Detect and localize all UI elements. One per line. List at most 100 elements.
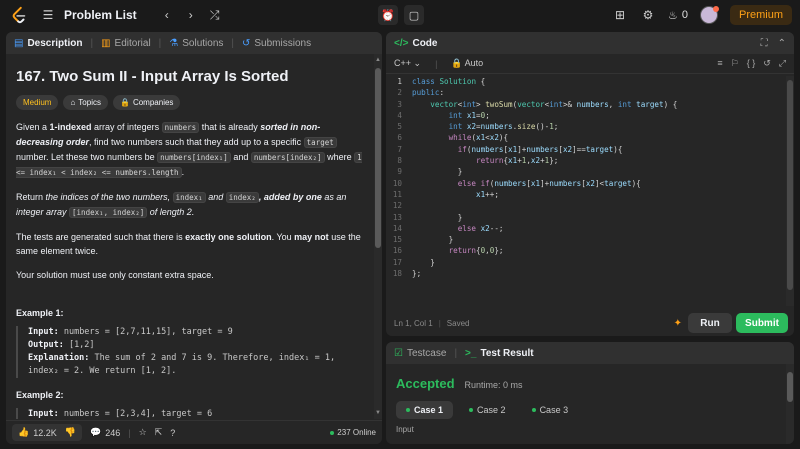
streak-counter[interactable]: ♨ 0 bbox=[668, 9, 688, 22]
like-button[interactable]: 👍 12.2K 👎 bbox=[12, 424, 82, 441]
problem-list-link[interactable]: Problem List bbox=[64, 8, 137, 22]
reset-icon[interactable]: ↺ bbox=[763, 58, 771, 69]
scrollbar-thumb[interactable] bbox=[787, 372, 793, 402]
runtime-label: Runtime: 0 ms bbox=[464, 380, 523, 390]
problem-list-icon[interactable]: ☰ bbox=[40, 7, 56, 23]
share-icon[interactable]: ⇱ bbox=[155, 427, 163, 438]
maximize-icon[interactable]: ⛶ bbox=[761, 38, 768, 49]
companies-tag[interactable]: 🔒 Companies bbox=[112, 95, 181, 110]
cursor-position: Ln 1, Col 1 bbox=[394, 318, 433, 328]
result-body: Accepted Runtime: 0 ms Case 1 Case 2 Cas… bbox=[386, 376, 794, 434]
help-icon[interactable]: ? bbox=[170, 428, 175, 438]
tab-divider: | bbox=[454, 347, 458, 359]
star-icon[interactable]: ☆ bbox=[139, 427, 147, 438]
footer-divider: | bbox=[128, 427, 131, 438]
lock-icon: 🔒 bbox=[451, 58, 463, 68]
status-divider: | bbox=[438, 318, 441, 328]
editor-scrollbar[interactable] bbox=[786, 76, 794, 306]
problem-description: 167. Two Sum II - Input Array Is Sorted … bbox=[6, 54, 374, 419]
leetcode-logo-icon[interactable] bbox=[10, 6, 28, 24]
expand-icon[interactable]: ⤢ bbox=[779, 58, 786, 69]
thumbs-up-icon: 👍 bbox=[18, 427, 30, 437]
result-panel: ☑ Testcase | >_ Test Result Accepted Run… bbox=[386, 342, 794, 444]
tab-solutions[interactable]: ⚗ Solutions bbox=[169, 38, 223, 49]
debug-icon[interactable]: ✦ bbox=[674, 318, 682, 329]
scroll-down-icon[interactable]: ▼ bbox=[374, 409, 382, 417]
description-paragraph-2: Return the indices of the two numbers, i… bbox=[16, 192, 347, 218]
tab-description[interactable]: ▤ Description bbox=[14, 38, 82, 49]
tab-submissions[interactable]: ↺ Submissions bbox=[242, 38, 311, 49]
scrollbar-thumb[interactable] bbox=[787, 80, 793, 290]
submit-button[interactable]: Submit bbox=[736, 313, 788, 333]
online-count: 237 Online bbox=[330, 428, 376, 437]
editor-status: Ln 1, Col 1 | Saved bbox=[386, 310, 794, 336]
tab-code[interactable]: </> Code bbox=[394, 38, 437, 49]
chevron-left-icon[interactable]: ‹ bbox=[159, 7, 175, 23]
flask-icon: ⚗ bbox=[169, 37, 179, 49]
description-paragraph-3: The tests are generated such that there … bbox=[16, 232, 361, 256]
toolbar-divider: | bbox=[435, 58, 438, 69]
format-icon[interactable]: ≡ bbox=[717, 58, 722, 69]
notes-icon[interactable]: ▢ bbox=[404, 5, 424, 25]
description-scrollbar[interactable]: ▲ ▼ bbox=[374, 54, 382, 419]
scroll-up-icon[interactable]: ▲ bbox=[374, 56, 382, 64]
description-paragraph-4: Your solution must use only constant ext… bbox=[16, 270, 214, 280]
code-icon: </> bbox=[394, 37, 409, 49]
code-header: </> Code ⛶ ⌃ bbox=[386, 32, 794, 54]
pass-dot bbox=[469, 408, 474, 412]
comments-button[interactable]: 💬 246 bbox=[90, 427, 120, 438]
result-tabs: ☑ Testcase | >_ Test Result bbox=[386, 342, 794, 364]
description-panel: ▤ Description | ▥ Editorial | ⚗ Solution… bbox=[6, 32, 382, 444]
case-tabs: Case 1 Case 2 Case 3 bbox=[396, 401, 784, 419]
tab-editorial[interactable]: ▥ Editorial bbox=[101, 38, 151, 49]
problem-tags: Medium ⌂ Topics 🔒 Companies bbox=[16, 95, 364, 110]
case-2-tab[interactable]: Case 2 bbox=[459, 401, 516, 419]
tab-testcase[interactable]: ☑ Testcase bbox=[394, 348, 446, 359]
difficulty-badge[interactable]: Medium bbox=[16, 95, 59, 110]
bookmark-icon[interactable]: ⚐ bbox=[731, 58, 739, 69]
example-1-box: Input: numbers = [2,7,11,15], target = 9… bbox=[16, 326, 364, 378]
case-3-tab[interactable]: Case 3 bbox=[522, 401, 579, 419]
code-editor[interactable]: 1 class Solution { 2 public: 3 vector<int>… bbox=[386, 76, 786, 306]
chevron-up-icon[interactable]: ⌃ bbox=[778, 38, 786, 49]
code-toolbar: C++ ⌄ | 🔒 Auto ≡ ⚐ { } ↺ ⤢ bbox=[386, 54, 794, 74]
example-2-title: Example 2: bbox=[16, 390, 64, 400]
run-button[interactable]: Run bbox=[688, 313, 732, 333]
language-select[interactable]: C++ ⌄ bbox=[394, 58, 421, 69]
checkbox-icon: ☑ bbox=[394, 347, 403, 359]
book-icon: ▥ bbox=[101, 37, 111, 49]
input-label: Input bbox=[396, 425, 414, 434]
pass-dot bbox=[531, 408, 536, 412]
gear-icon[interactable]: ⚙ bbox=[640, 7, 656, 23]
comment-icon: 💬 bbox=[89, 427, 102, 437]
chevron-right-icon[interactable]: › bbox=[183, 7, 199, 23]
description-footer: 👍 12.2K 👎 💬 246 | ☆ ⇱ ? 237 Online bbox=[6, 420, 382, 444]
layout-grid-icon[interactable]: ⊞ bbox=[612, 7, 628, 23]
top-bar: ☰ Problem List ‹ › ⤮ ⏰ ▢ ⊞ ⚙ ♨ 0 Premium bbox=[0, 0, 800, 30]
braces-icon[interactable]: { } bbox=[747, 58, 756, 69]
pass-dot bbox=[406, 408, 410, 412]
example-2-box: Input: numbers = [2,3,4], target = 6 bbox=[16, 408, 364, 419]
tab-divider: | bbox=[90, 37, 94, 49]
result-scrollbar[interactable] bbox=[786, 364, 794, 444]
timer-icon[interactable]: ⏰ bbox=[378, 5, 398, 25]
code-panel: </> Code ⛶ ⌃ C++ ⌄ | 🔒 Auto ≡ ⚐ { } ↺ ⤢ … bbox=[386, 32, 794, 336]
page-title: 167. Two Sum II - Input Array Is Sorted bbox=[16, 68, 289, 85]
case-1-tab[interactable]: Case 1 bbox=[396, 401, 454, 419]
description-tabs: ▤ Description | ▥ Editorial | ⚗ Solution… bbox=[6, 32, 382, 54]
auto-complete-toggle[interactable]: 🔒 Auto bbox=[451, 58, 483, 69]
lock-icon: 🔒 bbox=[119, 98, 130, 107]
tab-divider: | bbox=[231, 37, 234, 49]
history-icon: ↺ bbox=[242, 37, 251, 49]
notification-dot bbox=[712, 6, 719, 12]
scrollbar-thumb[interactable] bbox=[375, 68, 381, 248]
thumbs-down-icon[interactable]: 👎 bbox=[65, 427, 76, 438]
terminal-icon: >_ bbox=[465, 347, 477, 359]
fire-icon: ♨ bbox=[667, 9, 678, 22]
avatar[interactable] bbox=[699, 6, 719, 24]
shuffle-icon[interactable]: ⤮ bbox=[207, 7, 223, 23]
topics-tag[interactable]: ⌂ Topics bbox=[63, 95, 108, 110]
premium-button[interactable]: Premium bbox=[729, 5, 792, 25]
save-status: Saved bbox=[446, 318, 470, 328]
tab-test-result[interactable]: >_ Test Result bbox=[465, 348, 534, 359]
